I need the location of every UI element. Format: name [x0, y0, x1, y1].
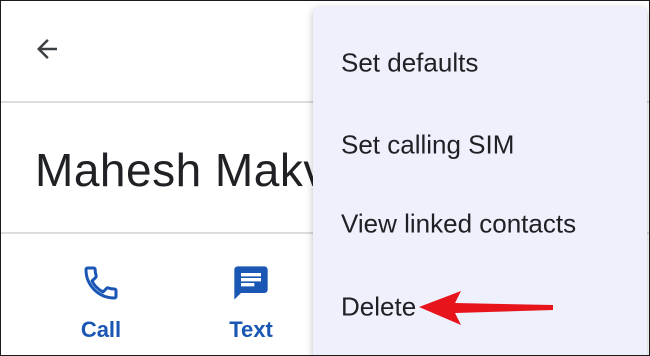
menu-item-set-calling-sim[interactable]: Set calling SIM	[313, 115, 647, 175]
call-label: Call	[80, 317, 122, 342]
menu-item-label: Set calling SIM	[341, 129, 515, 160]
contact-details-screen: Mahesh Makv Call Text Set defaults Set c…	[0, 0, 650, 356]
menu-item-label: Set defaults	[341, 47, 479, 78]
menu-item-view-linked-contacts[interactable]: View linked contacts	[313, 194, 647, 254]
text-label: Text	[229, 317, 273, 342]
text-button[interactable]: Text	[211, 263, 291, 343]
back-button[interactable]	[25, 27, 69, 71]
overflow-menu: Set defaults Set calling SIM View linked…	[313, 7, 647, 355]
phone-icon	[84, 266, 118, 300]
contact-name: Mahesh Makv	[35, 144, 327, 196]
call-button[interactable]: Call	[61, 263, 141, 343]
message-icon	[234, 266, 268, 300]
menu-item-label: Delete	[341, 291, 417, 322]
menu-item-label: View linked contacts	[341, 208, 577, 239]
menu-item-set-defaults[interactable]: Set defaults	[313, 33, 647, 93]
menu-item-delete[interactable]: Delete	[313, 277, 647, 337]
arrow-back-icon	[37, 39, 57, 59]
